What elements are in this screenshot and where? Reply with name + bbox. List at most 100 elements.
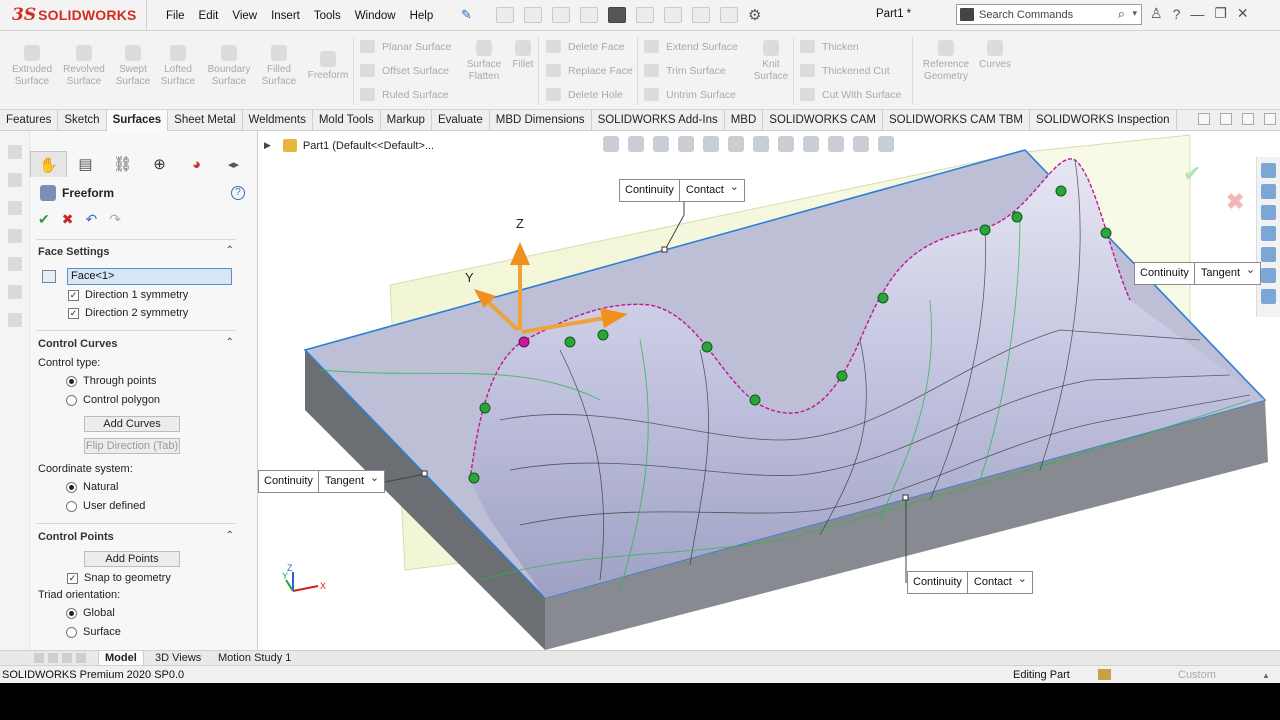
- next-tab-icon[interactable]: [62, 653, 72, 663]
- tab-more[interactable]: ◂▸: [215, 151, 252, 177]
- add-curves-button[interactable]: Add Curves: [84, 416, 180, 432]
- previous-view-icon[interactable]: [653, 136, 669, 152]
- close-icon[interactable]: ✕: [1237, 5, 1249, 22]
- custom-properties-icon[interactable]: [1261, 268, 1276, 283]
- pin-icon[interactable]: ✎: [461, 7, 472, 23]
- chevron-up-icon[interactable]: ⌃: [226, 245, 234, 256]
- tab-cam[interactable]: SOLIDWORKS CAM: [763, 110, 883, 131]
- expand-icon[interactable]: [1198, 113, 1210, 125]
- surface-radio[interactable]: Surface: [66, 626, 121, 638]
- gear-icon[interactable]: ⚙: [748, 6, 766, 24]
- view-palette-icon[interactable]: [1261, 226, 1276, 241]
- control-point[interactable]: [468, 472, 480, 484]
- through-points-radio[interactable]: Through points: [66, 375, 156, 387]
- checkbox-checked[interactable]: ✓: [68, 289, 79, 301]
- tab-evaluate[interactable]: Evaluate: [432, 110, 490, 131]
- control-point[interactable]: [1100, 227, 1112, 239]
- tool-icon[interactable]: [7, 173, 22, 187]
- design-library-icon[interactable]: [1261, 184, 1276, 199]
- revolved-surface-button[interactable]: Revolved Surface: [60, 45, 108, 88]
- offset-surface-button[interactable]: Offset Surface: [360, 64, 449, 77]
- chevron-up-icon[interactable]: ⌃: [226, 530, 234, 541]
- user-icon[interactable]: ♙: [1150, 5, 1163, 22]
- unit-system[interactable]: Custom: [1178, 669, 1216, 681]
- tab-cam-tbm[interactable]: SOLIDWORKS CAM TBM: [883, 110, 1030, 131]
- flip-direction-button[interactable]: Flip Direction (Tab): [84, 438, 180, 454]
- user-defined-radio[interactable]: User defined: [66, 500, 145, 512]
- ok-icon[interactable]: ✔: [38, 211, 50, 228]
- section-view-icon[interactable]: [678, 136, 694, 152]
- radio-selected[interactable]: [66, 481, 77, 493]
- knit-surface-button[interactable]: Knit Surface: [750, 40, 792, 83]
- delete-face-button[interactable]: Delete Face: [546, 40, 625, 53]
- control-points-header[interactable]: Control Points ⌃: [38, 530, 234, 543]
- swept-surface-button[interactable]: Swept Surface: [111, 45, 155, 88]
- control-point[interactable]: [749, 394, 761, 406]
- tab-mbd[interactable]: MBD: [725, 110, 764, 131]
- radio-unselected[interactable]: [66, 394, 77, 406]
- tab-inspection[interactable]: SOLIDWORKS Inspection: [1030, 110, 1177, 131]
- forum-icon[interactable]: [1261, 289, 1276, 304]
- tab-weldments[interactable]: Weldments: [243, 110, 313, 131]
- radio-selected[interactable]: [66, 375, 77, 387]
- tab-3d-views[interactable]: 3D Views: [149, 651, 207, 666]
- surface-flatten-button[interactable]: Surface Flatten: [460, 40, 508, 83]
- chevron-up-icon[interactable]: ⌃: [226, 337, 234, 348]
- radio-unselected[interactable]: [66, 626, 77, 638]
- menu-edit[interactable]: Edit: [199, 10, 219, 22]
- add-points-button[interactable]: Add Points: [84, 551, 180, 567]
- dynamic-annotation-icon[interactable]: [703, 136, 719, 152]
- last-tab-icon[interactable]: [76, 653, 86, 663]
- select-icon[interactable]: [664, 7, 682, 23]
- graphics-area[interactable]: ▶ Part1 (Default<<Default>... ✔ ✖ Z Y Z …: [258, 131, 1280, 650]
- menu-window[interactable]: Window: [355, 10, 396, 22]
- restore-icon[interactable]: [1242, 113, 1254, 125]
- tool-icon[interactable]: [7, 201, 22, 215]
- control-point-selected[interactable]: [518, 336, 530, 348]
- face-selection-field[interactable]: Face<1>: [67, 268, 232, 285]
- thickened-cut-button[interactable]: Thickened Cut: [800, 64, 890, 77]
- direction1-symmetry-checkbox[interactable]: ✓ Direction 1 symmetry: [68, 289, 188, 301]
- tag-dropdown[interactable]: Contact: [680, 177, 744, 201]
- expand-arrow-icon[interactable]: ▶: [264, 140, 271, 151]
- control-curves-header[interactable]: Control Curves ⌃: [38, 337, 234, 350]
- tool-icon[interactable]: [7, 257, 22, 271]
- chevron-up-icon[interactable]: ▲: [1262, 671, 1270, 680]
- zoom-to-fit-icon[interactable]: [603, 136, 619, 152]
- tab-sheet-metal[interactable]: Sheet Metal: [168, 110, 243, 131]
- boundary-surface-button[interactable]: Boundary Surface: [203, 45, 255, 88]
- help-icon[interactable]: ?: [1173, 6, 1181, 22]
- rebuild-status-icon[interactable]: [1098, 669, 1111, 680]
- tab-dimxpert-manager[interactable]: ⊕: [141, 151, 178, 177]
- cancel-icon[interactable]: ✖: [62, 211, 74, 228]
- checkbox-checked[interactable]: ✓: [67, 572, 78, 584]
- tab-mbd-dimensions[interactable]: MBD Dimensions: [490, 110, 592, 131]
- triad-z-arrow[interactable]: [510, 242, 530, 265]
- tab-markup[interactable]: Markup: [381, 110, 432, 131]
- global-radio[interactable]: Global: [66, 607, 115, 619]
- file-explorer-icon[interactable]: [1261, 205, 1276, 220]
- restore-icon[interactable]: ❐: [1214, 5, 1227, 22]
- search-icon[interactable]: ⌕: [1118, 6, 1125, 22]
- rebuild-icon[interactable]: [692, 7, 710, 23]
- display-pane-icon[interactable]: [878, 136, 894, 152]
- fillet-button[interactable]: Fillet: [509, 40, 537, 71]
- snap-to-geometry-checkbox[interactable]: ✓ Snap to geometry: [67, 572, 171, 584]
- natural-radio[interactable]: Natural: [66, 481, 118, 493]
- minimize-icon[interactable]: —: [1190, 6, 1204, 22]
- tab-features[interactable]: Features: [0, 110, 59, 131]
- open-icon[interactable]: [552, 7, 570, 23]
- menu-file[interactable]: File: [166, 10, 185, 22]
- continuity-tag-top[interactable]: Continuity Contact: [619, 177, 745, 202]
- undo-icon[interactable]: ↶: [85, 211, 97, 228]
- home-icon[interactable]: [496, 7, 514, 23]
- tag-dropdown[interactable]: Contact: [968, 569, 1032, 593]
- search-commands[interactable]: Search Commands ⌕ ▾: [956, 4, 1142, 25]
- print-icon[interactable]: [608, 7, 626, 23]
- tab-sketch[interactable]: Sketch: [58, 110, 107, 131]
- menu-tools[interactable]: Tools: [314, 10, 341, 22]
- continuity-tag-left[interactable]: Continuity Tangent: [258, 468, 386, 493]
- hide-show-items-icon[interactable]: [778, 136, 794, 152]
- checkbox-checked[interactable]: ✓: [68, 307, 79, 319]
- delete-hole-button[interactable]: Delete Hole: [546, 88, 623, 101]
